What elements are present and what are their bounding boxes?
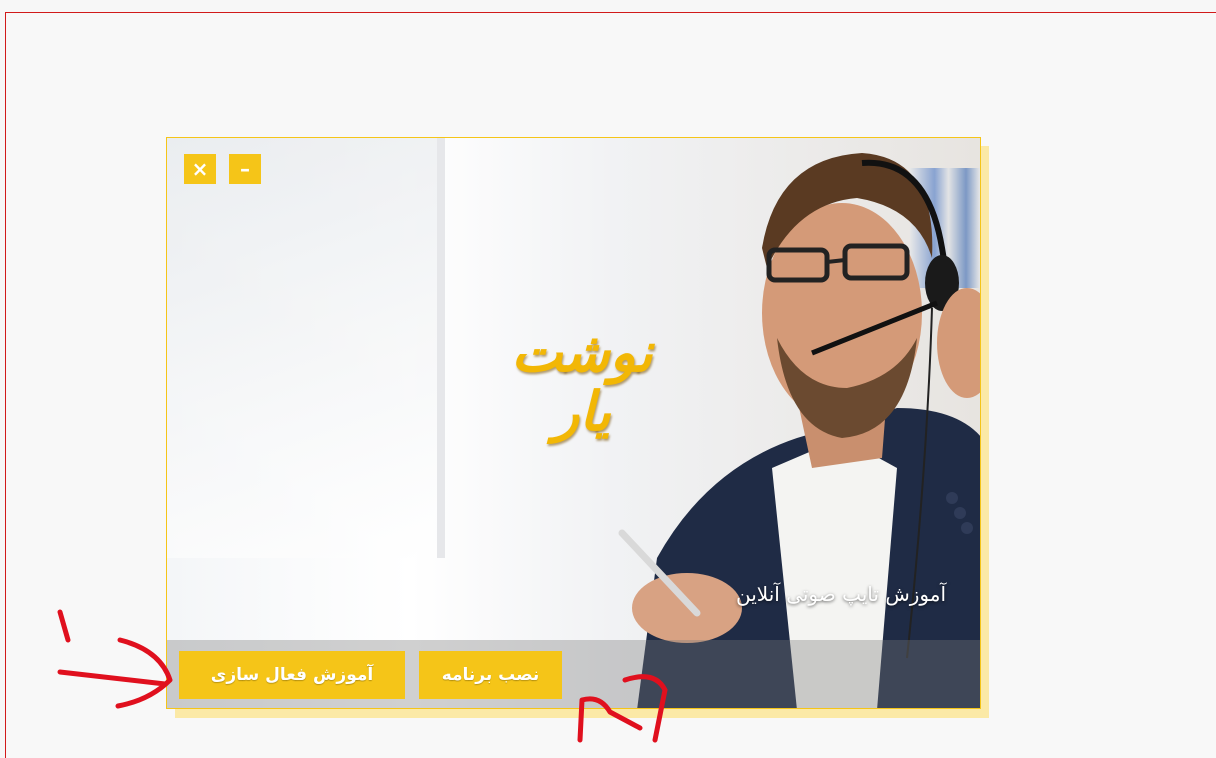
app-logo: نوشت یار: [511, 320, 653, 444]
app-subtitle: آموزش تایپ صوتی آنلاین: [735, 582, 946, 606]
install-program-button[interactable]: نصب برنامه: [419, 651, 562, 699]
close-icon: ×: [191, 157, 209, 181]
activation-tutorial-button[interactable]: آموزش فعال سازی: [179, 651, 405, 699]
minimize-button[interactable]: –: [229, 154, 261, 184]
minimize-icon: –: [240, 157, 250, 181]
installer-window: نوشت یار آموزش تایپ صوتی آنلاین × – آموز…: [166, 137, 981, 709]
close-button[interactable]: ×: [184, 154, 216, 184]
monitor-background: [167, 138, 445, 558]
